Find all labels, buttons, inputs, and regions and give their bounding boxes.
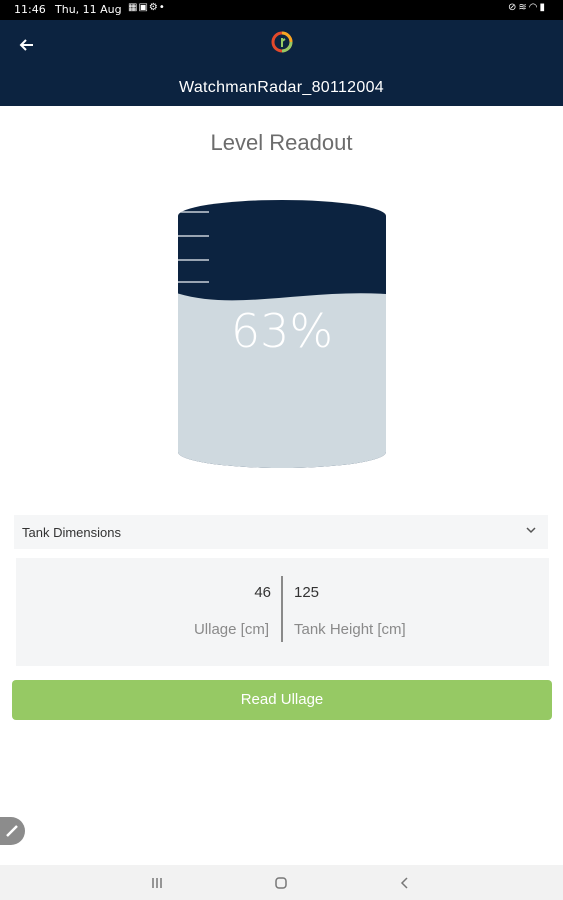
tank-height-label: Tank Height [cm] bbox=[294, 621, 406, 638]
tank-dimensions-label: Tank Dimensions bbox=[22, 525, 121, 540]
chevron-down-icon bbox=[526, 527, 536, 534]
device-name: WatchmanRadar_80112004 bbox=[179, 79, 384, 96]
grid-icon: ▦ bbox=[128, 2, 139, 13]
tank-dimensions-panel: 46 Ullage [cm] 125 Tank Height [cm] bbox=[16, 558, 549, 666]
system-nav-bar bbox=[0, 865, 563, 900]
recent-apps-button[interactable] bbox=[148, 874, 166, 892]
home-button[interactable] bbox=[272, 874, 290, 892]
dimensions-divider bbox=[281, 576, 283, 642]
ullage-label: Ullage [cm] bbox=[193, 621, 269, 638]
status-bar: 11:46 Thu, 11 Aug ▦▣⚙• ⊘≋◠▮ bbox=[0, 0, 563, 20]
arrow-left-icon bbox=[19, 39, 33, 51]
back-icon bbox=[400, 877, 408, 889]
level-percent: 63% bbox=[230, 304, 334, 358]
settings-icon: ⚙ bbox=[148, 2, 159, 13]
back-button[interactable] bbox=[14, 32, 40, 58]
status-date: Thu, 11 Aug bbox=[55, 3, 122, 16]
nav-back-button[interactable] bbox=[396, 874, 414, 892]
tank-gauge: 63% bbox=[174, 194, 390, 474]
level-readout-title: Level Readout bbox=[210, 130, 353, 155]
tank-dimensions-dropdown[interactable]: Tank Dimensions bbox=[14, 515, 548, 549]
battery-icon: ▮ bbox=[539, 2, 547, 13]
edit-fab[interactable] bbox=[0, 817, 25, 845]
ullage-value: 46 bbox=[254, 584, 271, 601]
image-icon: ▣ bbox=[138, 2, 149, 13]
status-time: 11:46 bbox=[14, 3, 46, 16]
dot-icon: • bbox=[158, 2, 166, 13]
app-logo-icon bbox=[271, 31, 293, 53]
read-ullage-button[interactable]: Read Ullage bbox=[12, 680, 552, 720]
notification-icons: ▦▣⚙• bbox=[128, 2, 166, 13]
app-bar: WatchmanRadar_80112004 bbox=[0, 20, 563, 106]
vibrate-icon: ≋ bbox=[518, 2, 529, 13]
pencil-icon bbox=[6, 825, 18, 837]
mute-icon: ⊘ bbox=[507, 2, 519, 13]
system-icons: ⊘≋◠▮ bbox=[508, 2, 547, 13]
home-icon bbox=[275, 877, 287, 889]
wifi-icon: ◠ bbox=[528, 2, 540, 13]
recent-apps-icon bbox=[152, 878, 162, 888]
tank-height-value: 125 bbox=[294, 584, 320, 601]
